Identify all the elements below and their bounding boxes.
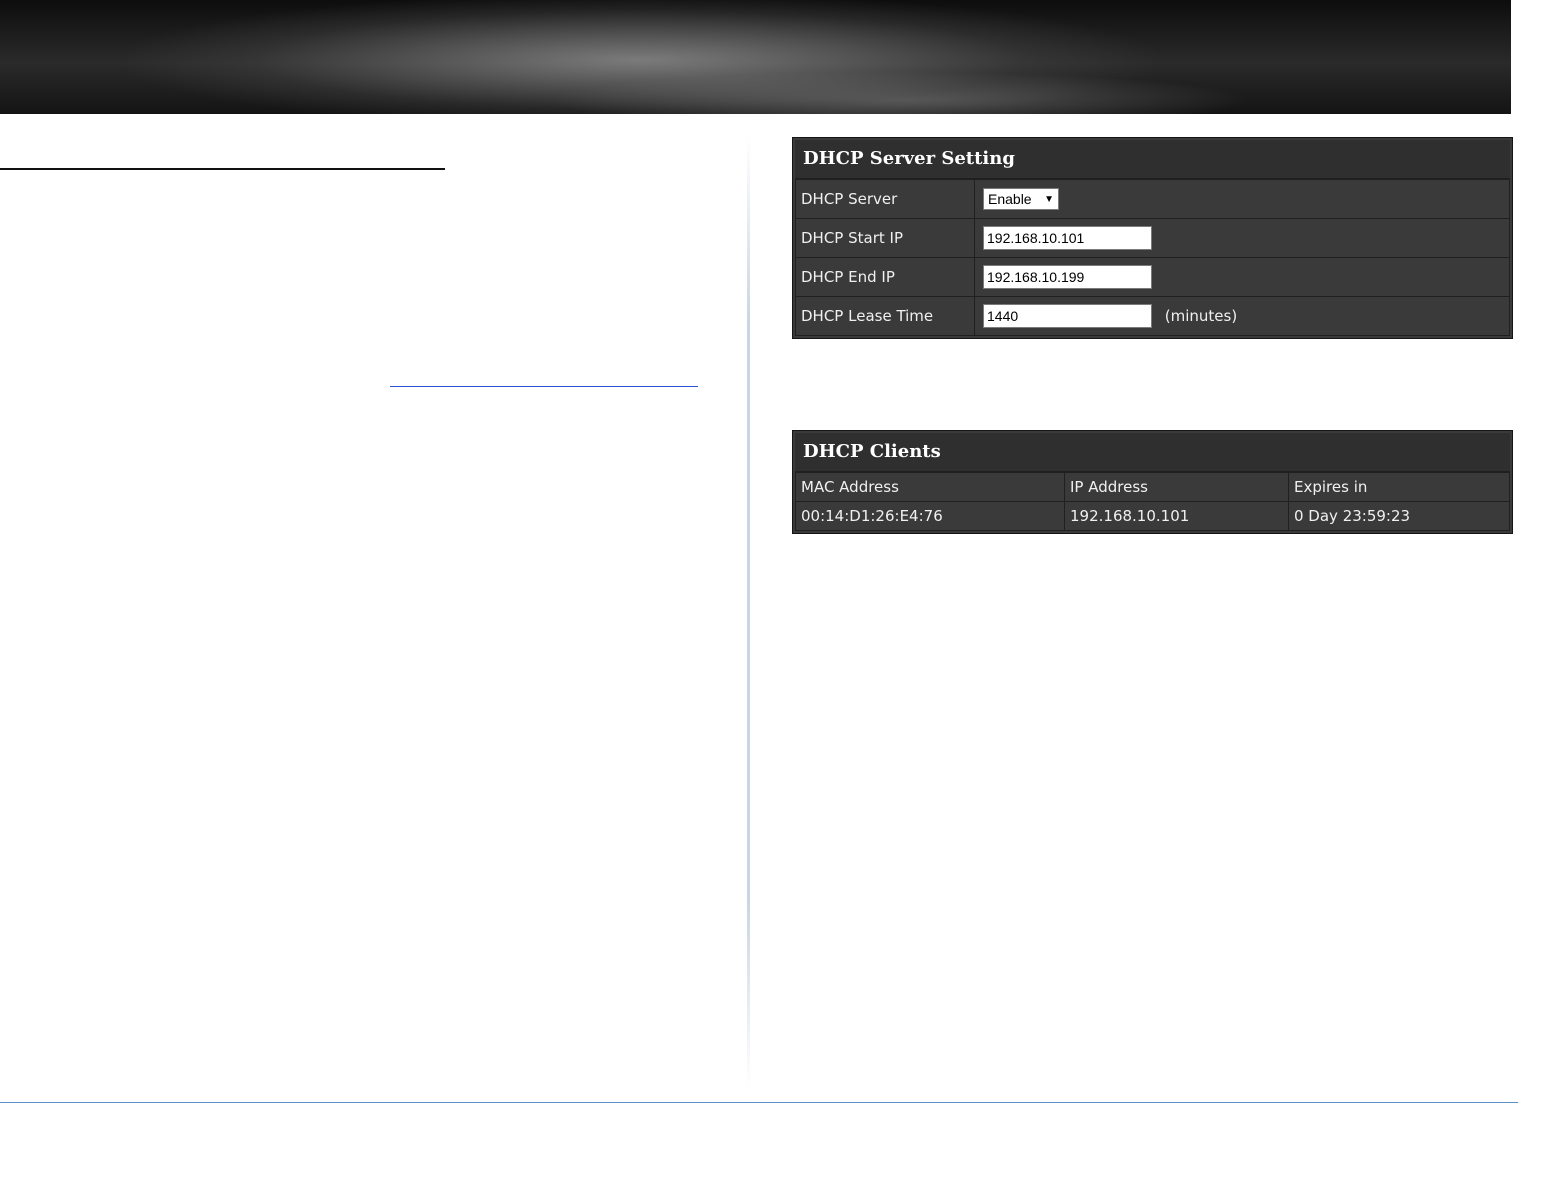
setting-value-cell: (minutes) [974,296,1510,336]
dhcp-clients-table: MAC Address IP Address Expires in 00:14:… [795,472,1510,531]
table-row: 00:14:D1:26:E4:76 192.168.10.101 0 Day 2… [795,501,1510,531]
setting-row-end-ip: DHCP End IP [795,257,1510,297]
setting-label: DHCP Server [795,179,975,219]
setting-row-start-ip: DHCP Start IP [795,218,1510,258]
dhcp-server-setting-panel: DHCP Server Setting DHCP Server Enable ▼… [792,137,1513,339]
dropdown-arrow-icon: ▼ [1044,193,1054,205]
column-header: MAC Address [795,472,1065,502]
column-divider [747,135,750,1090]
section-underline [0,168,445,170]
footer-rule [0,1102,1518,1103]
header-banner [0,0,1511,114]
table-header-row: MAC Address IP Address Expires in [795,472,1510,502]
setting-value-cell: Enable ▼ [974,179,1510,219]
dhcp-clients-panel: DHCP Clients MAC Address IP Address Expi… [792,430,1513,534]
hyperlink-underline[interactable] [390,386,698,387]
dhcp-lease-time-input[interactable] [983,304,1152,328]
setting-row-lease-time: DHCP Lease Time (minutes) [795,296,1510,336]
lease-time-unit: (minutes) [1164,307,1238,325]
setting-row-dhcp-server: DHCP Server Enable ▼ [795,179,1510,219]
dhcp-end-ip-input[interactable] [983,265,1152,289]
panel-title: DHCP Clients [795,433,1510,472]
setting-value-cell [974,218,1510,258]
setting-value-cell [974,257,1510,297]
dhcp-server-select[interactable]: Enable ▼ [983,188,1059,210]
setting-label: DHCP Lease Time [795,296,975,336]
dhcp-start-ip-input[interactable] [983,226,1152,250]
setting-label: DHCP End IP [795,257,975,297]
column-header: Expires in [1288,472,1510,502]
select-value: Enable [988,191,1032,207]
setting-label: DHCP Start IP [795,218,975,258]
ip-address-cell: 192.168.10.101 [1064,501,1289,531]
column-header: IP Address [1064,472,1289,502]
panel-title: DHCP Server Setting [795,140,1510,179]
dhcp-settings-table: DHCP Server Enable ▼ DHCP Start IP DHCP … [795,179,1510,336]
mac-address-cell: 00:14:D1:26:E4:76 [795,501,1065,531]
expires-in-cell: 0 Day 23:59:23 [1288,501,1510,531]
